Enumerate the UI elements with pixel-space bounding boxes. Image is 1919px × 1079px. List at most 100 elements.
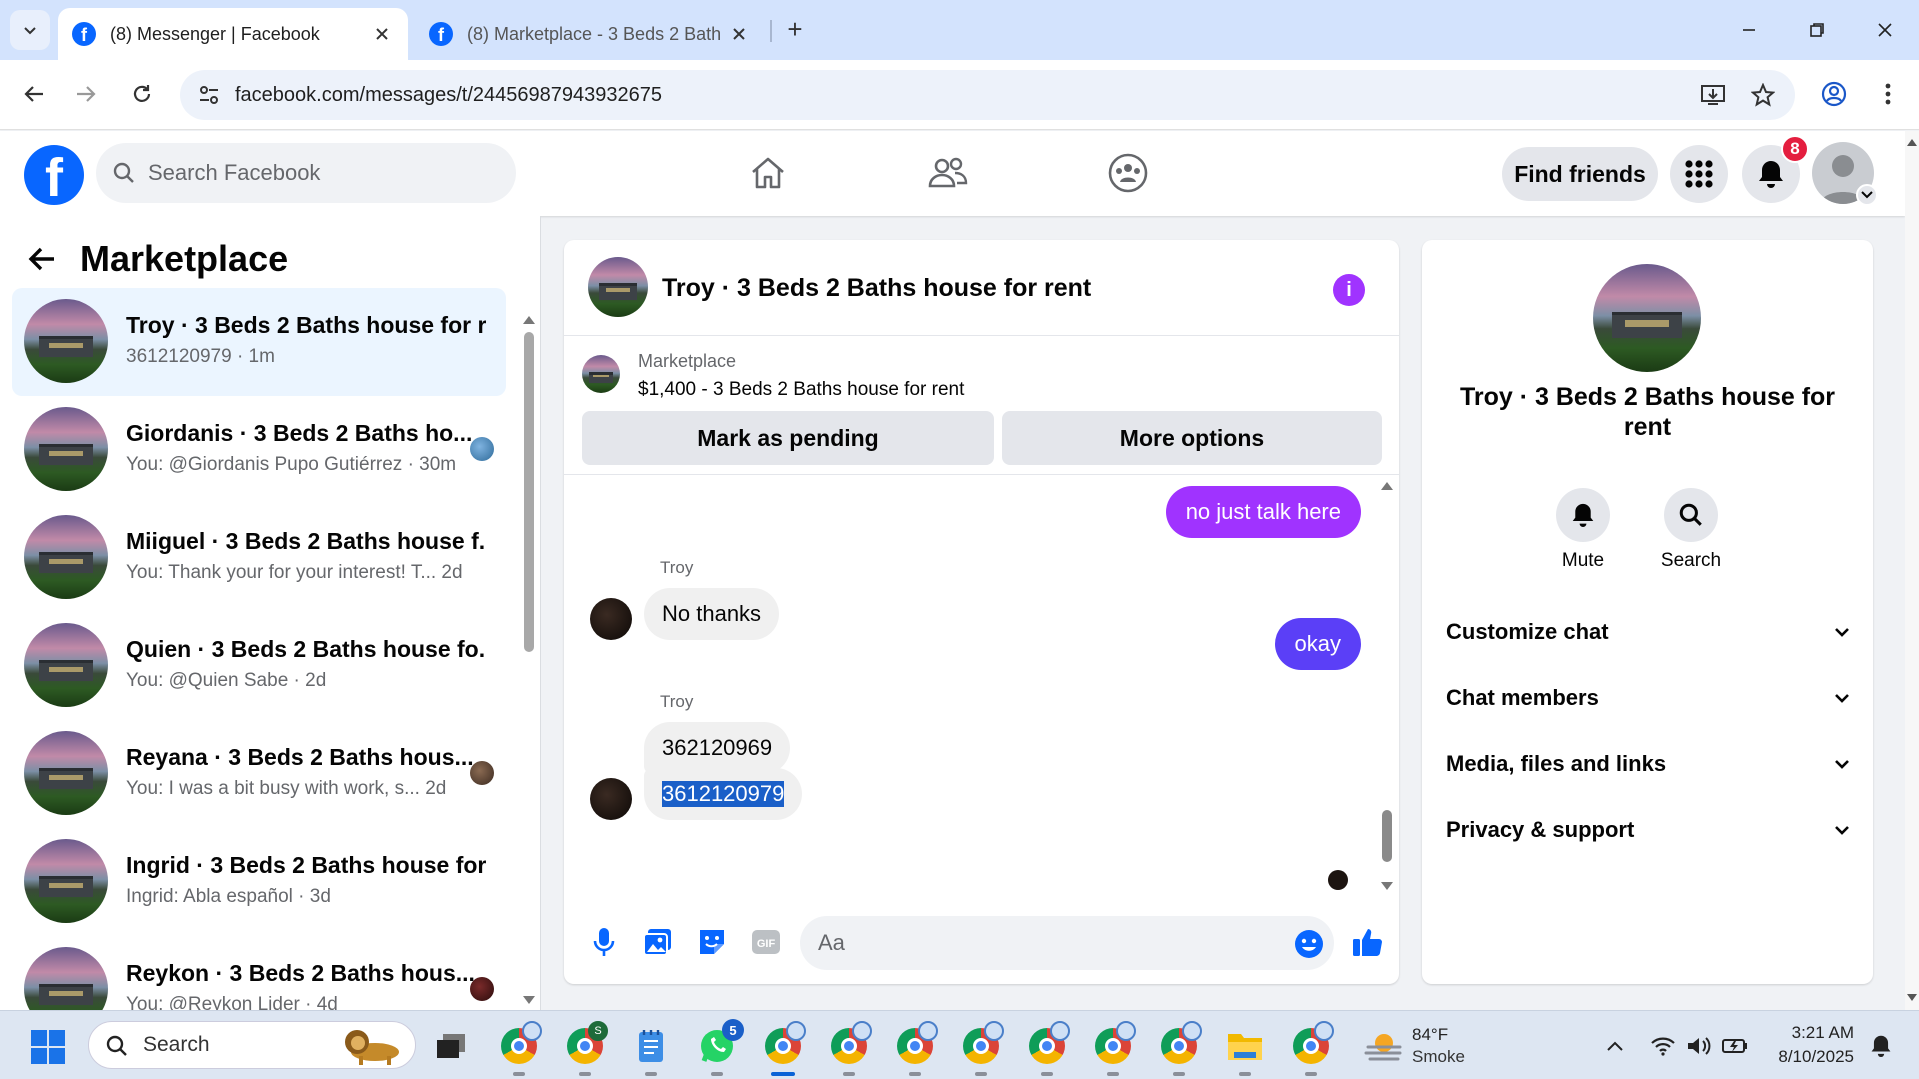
sender-avatar[interactable] bbox=[590, 778, 632, 820]
taskbar-weather[interactable]: 84°F Smoke bbox=[1360, 1021, 1490, 1071]
taskbar-chrome[interactable] bbox=[1290, 1021, 1334, 1076]
home-nav[interactable] bbox=[746, 151, 790, 195]
scroll-down-icon[interactable] bbox=[522, 994, 536, 1006]
chat-title[interactable]: Troy · 3 Beds 2 Baths house for rent bbox=[662, 274, 1091, 303]
notification-center-button[interactable] bbox=[1866, 1031, 1896, 1061]
incoming-message[interactable]: No thanks bbox=[644, 588, 780, 640]
omnibox[interactable]: facebook.com/messages/t/2445698794393267… bbox=[180, 70, 1795, 120]
minimize-button[interactable] bbox=[1724, 10, 1774, 50]
facebook-logo[interactable]: f bbox=[24, 145, 84, 205]
tab-marketplace[interactable]: f (8) Marketplace - 3 Beds 2 Bath bbox=[415, 8, 765, 60]
outgoing-message[interactable]: no just talk here bbox=[1165, 486, 1361, 538]
taskbar-clock[interactable]: 3:21 AM 8/10/2025 bbox=[1762, 1021, 1854, 1069]
show-hidden-icons-button[interactable] bbox=[1600, 1031, 1630, 1061]
taskbar-chrome[interactable] bbox=[1026, 1021, 1070, 1076]
taskbar-chrome[interactable] bbox=[1158, 1021, 1202, 1076]
conversation-item[interactable]: Troy · 3 Beds 2 Baths house for r... 361… bbox=[12, 288, 506, 396]
chat-list-scrollbar[interactable] bbox=[522, 314, 536, 1014]
taskbar-chrome-active[interactable] bbox=[762, 1021, 806, 1076]
gif-button[interactable]: GIF bbox=[748, 924, 784, 960]
scroll-down-icon[interactable] bbox=[1906, 993, 1918, 1003]
page-scrollbar[interactable] bbox=[1905, 131, 1919, 1010]
conversation-item[interactable]: Quien · 3 Beds 2 Baths house fo... You: … bbox=[12, 612, 506, 720]
taskbar-chrome[interactable] bbox=[960, 1021, 1004, 1076]
scroll-up-icon[interactable] bbox=[522, 314, 536, 326]
search-in-chat-button[interactable] bbox=[1664, 488, 1718, 542]
message-input[interactable]: Aa bbox=[800, 916, 1334, 970]
close-tab-icon[interactable] bbox=[727, 22, 751, 46]
restore-button[interactable] bbox=[1792, 10, 1842, 50]
scroll-up-icon[interactable] bbox=[1906, 137, 1918, 147]
conversation-item[interactable]: Reykon · 3 Beds 2 Baths hous... You: @Re… bbox=[12, 936, 506, 1010]
taskbar-search[interactable]: Search bbox=[88, 1021, 416, 1069]
listing-title[interactable]: $1,400 - 3 Beds 2 Baths house for rent bbox=[638, 379, 964, 401]
bookmark-star-icon[interactable] bbox=[1751, 83, 1775, 107]
sender-avatar[interactable] bbox=[590, 598, 632, 640]
reload-button[interactable] bbox=[122, 74, 162, 114]
customize-chat-row[interactable]: Customize chat bbox=[1446, 610, 1850, 654]
conversation-item[interactable]: Miiguel · 3 Beds 2 Baths house f... You:… bbox=[12, 504, 506, 612]
conversation-item[interactable]: Reyana · 3 Beds 2 Baths hous... You: I w… bbox=[12, 720, 506, 828]
taskbar-chrome[interactable] bbox=[894, 1021, 938, 1076]
privacy-support-row[interactable]: Privacy & support bbox=[1446, 808, 1850, 852]
battery-status[interactable] bbox=[1720, 1031, 1750, 1061]
incoming-message[interactable]: 362120969 bbox=[644, 722, 791, 774]
scrollbar-thumb[interactable] bbox=[524, 332, 534, 652]
facebook-search-input[interactable]: Search Facebook bbox=[96, 143, 516, 203]
attach-photo-button[interactable] bbox=[640, 924, 676, 960]
tab-messenger[interactable]: f (8) Messenger | Facebook bbox=[58, 8, 408, 60]
taskbar-chrome[interactable] bbox=[498, 1021, 542, 1076]
mute-button[interactable] bbox=[1556, 488, 1610, 542]
volume-status[interactable] bbox=[1684, 1031, 1714, 1061]
close-window-button[interactable] bbox=[1860, 10, 1910, 50]
details-avatar[interactable] bbox=[1593, 264, 1701, 372]
scroll-up-icon[interactable] bbox=[1380, 480, 1394, 492]
browser-menu-button[interactable] bbox=[1868, 74, 1908, 114]
scroll-down-icon[interactable] bbox=[1380, 880, 1394, 892]
listing-thumbnail[interactable] bbox=[582, 355, 620, 393]
install-app-icon[interactable] bbox=[1701, 84, 1725, 106]
taskbar-chrome[interactable] bbox=[1092, 1021, 1136, 1076]
media-files-links-row[interactable]: Media, files and links bbox=[1446, 742, 1850, 786]
scrollbar-thumb[interactable] bbox=[1382, 810, 1392, 862]
taskbar-chrome[interactable] bbox=[828, 1021, 872, 1076]
thread-scrollbar[interactable] bbox=[1378, 480, 1394, 900]
groups-nav[interactable] bbox=[1106, 151, 1150, 195]
forward-button[interactable] bbox=[66, 74, 106, 114]
conversation-item[interactable]: Giordanis · 3 Beds 2 Baths ho... You: @G… bbox=[12, 396, 506, 504]
chat-members-row[interactable]: Chat members bbox=[1446, 676, 1850, 720]
voice-clip-button[interactable] bbox=[586, 924, 622, 960]
friends-nav[interactable] bbox=[926, 151, 970, 195]
site-settings-icon[interactable] bbox=[198, 85, 220, 105]
mute-action[interactable]: Mute bbox=[1538, 488, 1628, 572]
profile-button[interactable] bbox=[1814, 74, 1854, 114]
back-button[interactable] bbox=[14, 74, 54, 114]
taskbar-task-view[interactable] bbox=[430, 1025, 472, 1067]
start-button[interactable] bbox=[30, 1029, 66, 1065]
account-chevron[interactable] bbox=[1856, 184, 1878, 206]
taskbar-chrome[interactable]: S bbox=[564, 1021, 608, 1076]
search-action[interactable]: Search bbox=[1646, 488, 1736, 572]
close-tab-icon[interactable] bbox=[370, 22, 394, 46]
sticker-button[interactable] bbox=[694, 924, 730, 960]
taskbar-notepad[interactable] bbox=[630, 1025, 672, 1076]
taskbar-whatsapp[interactable]: 5 bbox=[696, 1019, 744, 1076]
back-arrow-icon[interactable] bbox=[28, 245, 56, 273]
tab-search-button[interactable] bbox=[10, 10, 50, 50]
wifi-status[interactable] bbox=[1648, 1031, 1678, 1061]
new-tab-button[interactable]: + bbox=[780, 14, 810, 44]
taskbar-file-explorer[interactable] bbox=[1224, 1025, 1266, 1076]
incoming-message[interactable]: 3612120979 bbox=[644, 768, 803, 820]
emoji-icon[interactable] bbox=[1294, 929, 1324, 959]
mark-as-pending-button[interactable]: Mark as pending bbox=[582, 411, 994, 465]
chat-info-button[interactable]: i bbox=[1333, 274, 1365, 306]
conversation-item[interactable]: Ingrid · 3 Beds 2 Baths house for... Ing… bbox=[12, 828, 506, 936]
more-options-button[interactable]: More options bbox=[1002, 411, 1382, 465]
find-friends-button[interactable]: Find friends bbox=[1502, 147, 1658, 201]
chat-avatar[interactable] bbox=[588, 257, 648, 317]
menu-button[interactable] bbox=[1670, 145, 1728, 203]
selected-message-text[interactable]: 3612120979 bbox=[662, 781, 785, 807]
like-button[interactable] bbox=[1350, 924, 1386, 960]
url-text[interactable]: facebook.com/messages/t/2445698794393267… bbox=[235, 84, 662, 107]
outgoing-message[interactable]: okay bbox=[1274, 618, 1361, 670]
